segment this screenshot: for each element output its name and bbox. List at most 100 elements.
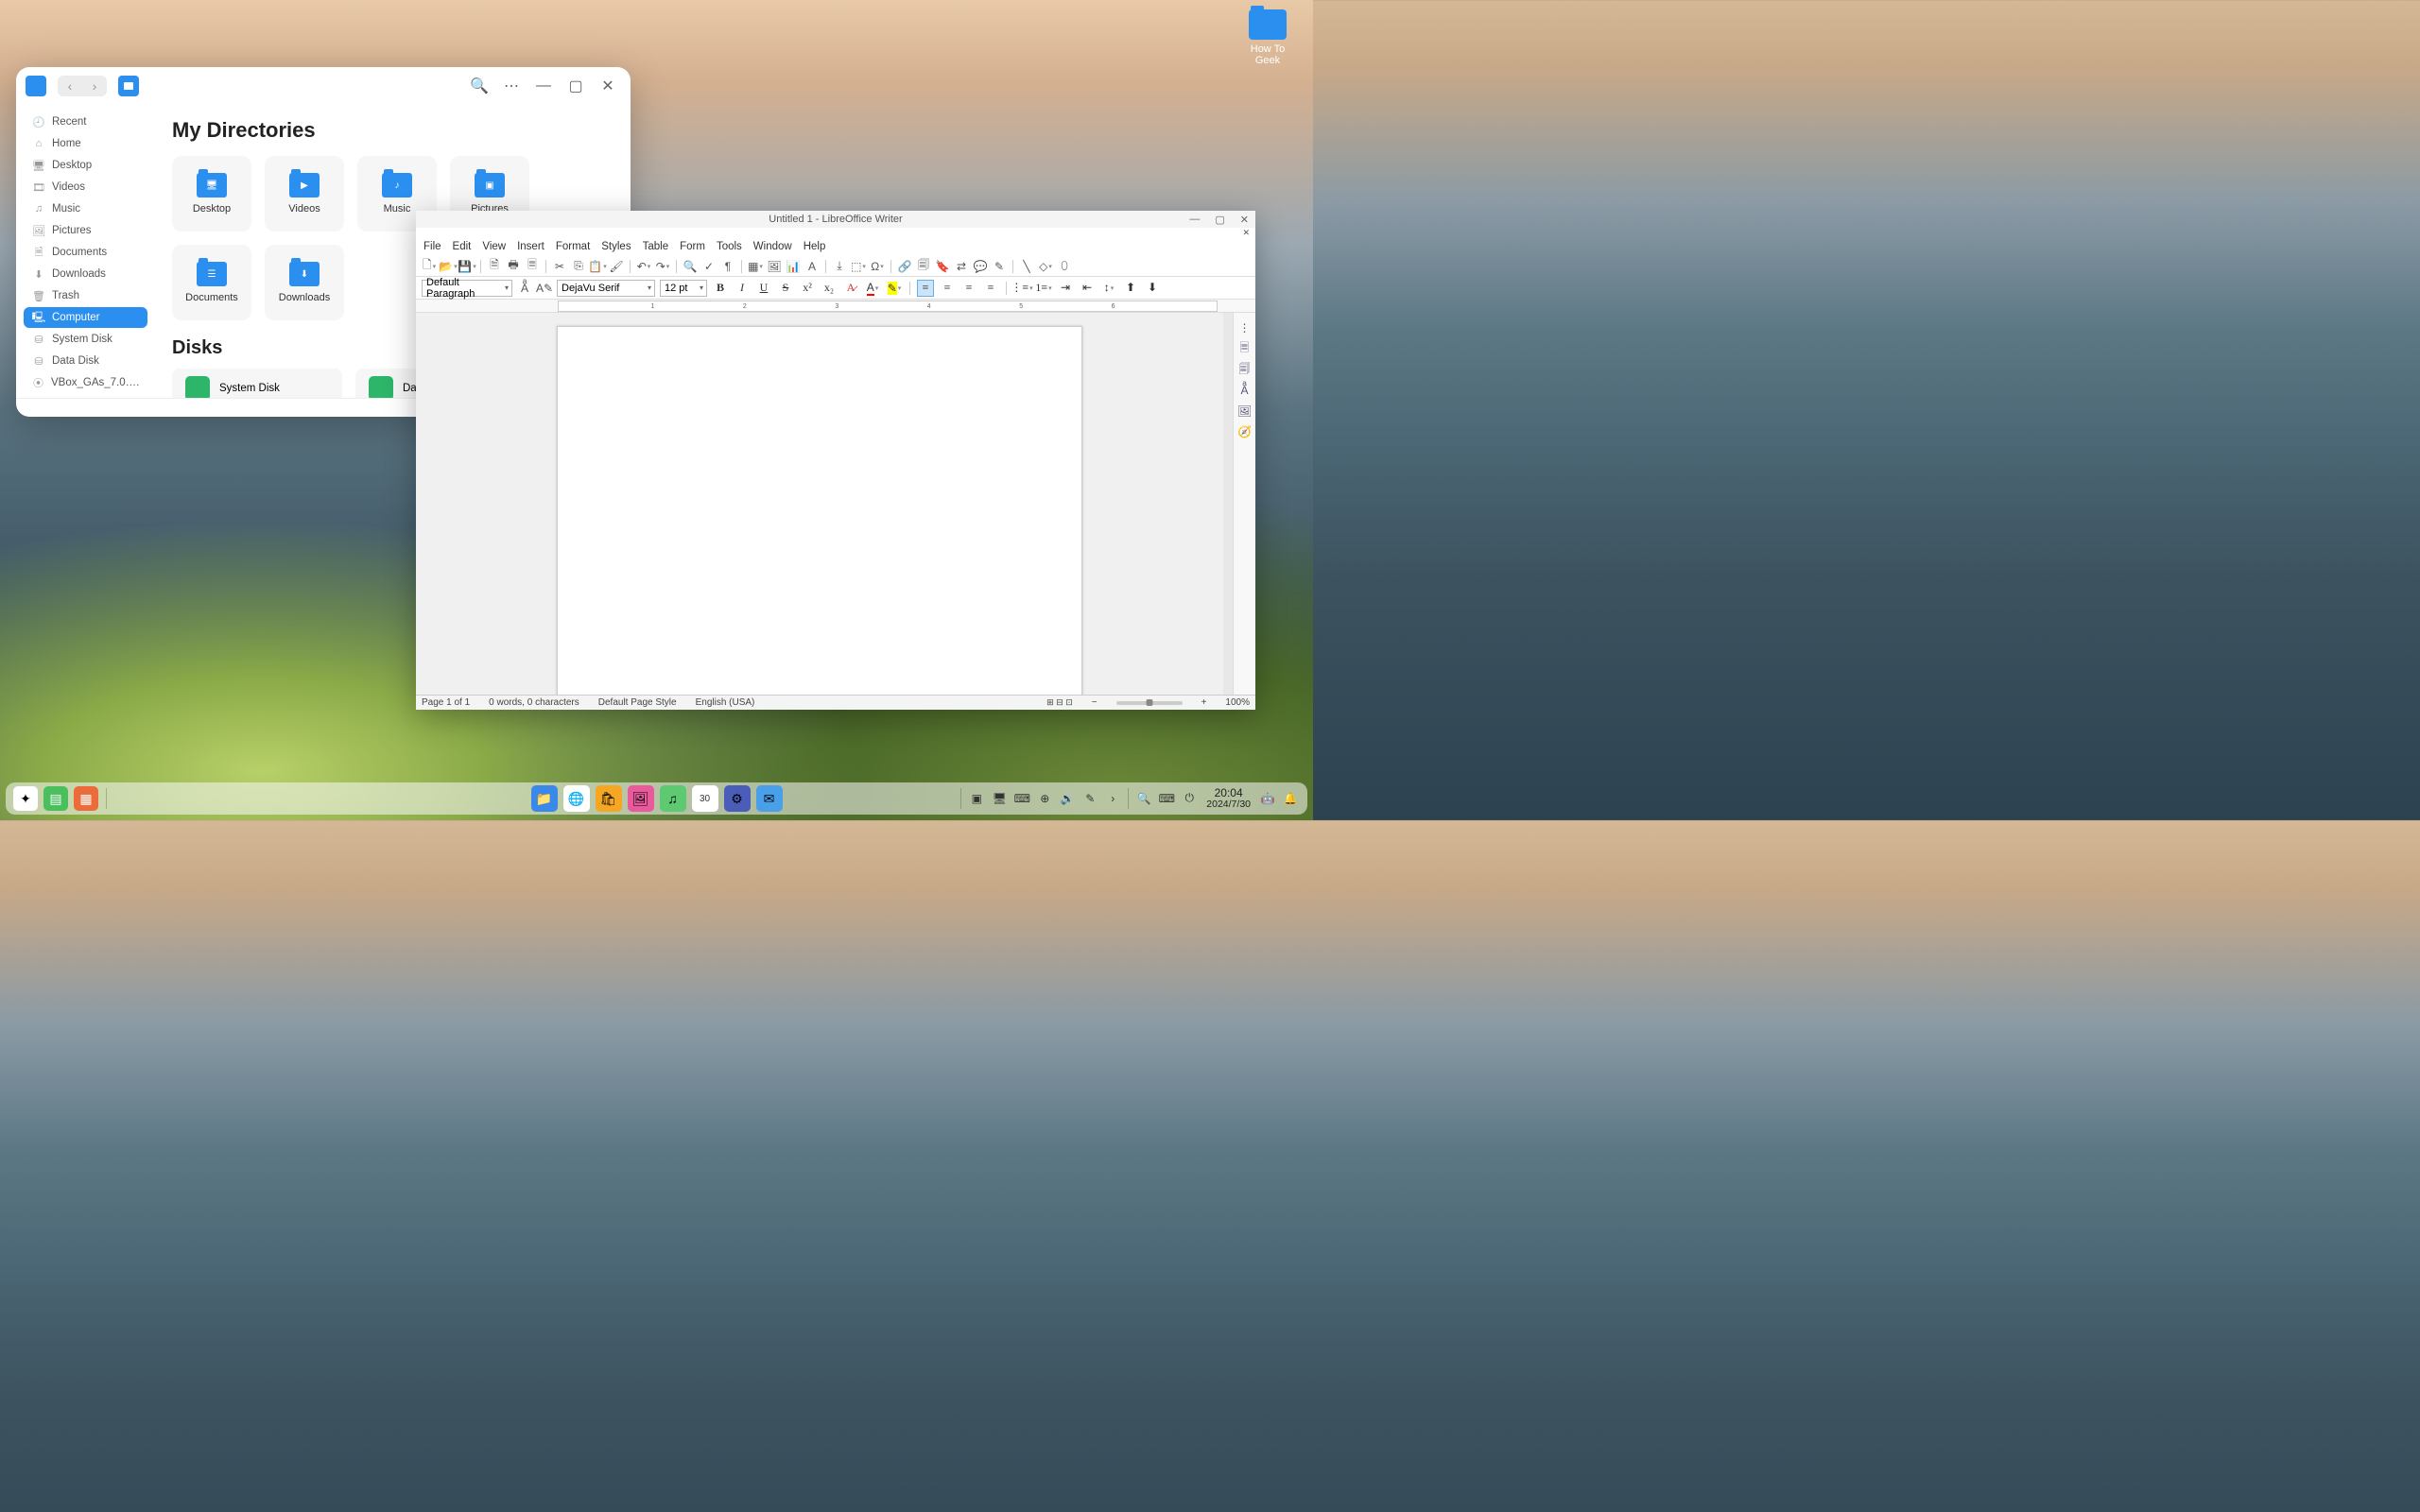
find-icon[interactable]: 🔍 — [683, 259, 698, 274]
document-page[interactable] — [557, 326, 1082, 695]
line-icon[interactable]: ╲ — [1019, 259, 1034, 274]
mail-dock-icon[interactable]: ✉ — [756, 785, 783, 812]
export-pdf-icon[interactable]: 🗎 — [487, 259, 502, 274]
draw-icon[interactable]: ⬯ — [1057, 259, 1072, 274]
indent-decrease-icon[interactable]: ⇤ — [1079, 280, 1096, 297]
menu-insert[interactable]: Insert — [517, 241, 544, 252]
clock[interactable]: 20:04 2024/7/30 — [1206, 787, 1251, 811]
sidebar-item-music[interactable]: ♫Music — [24, 198, 147, 219]
font-color-icon[interactable]: A — [864, 280, 881, 297]
vertical-scrollbar[interactable] — [1223, 313, 1233, 695]
page-break-icon[interactable]: ⤓ — [832, 259, 847, 274]
maximize-button[interactable]: ▢ — [562, 73, 589, 99]
page-panel-icon[interactable]: 🗐 — [1237, 362, 1253, 377]
sidebar-item-desktop[interactable]: 🖥Desktop — [24, 155, 147, 176]
view-toggle[interactable] — [118, 76, 139, 96]
sidebar-item-home[interactable]: ⌂Home — [24, 133, 147, 154]
sidebar-item-trash[interactable]: 🗑Trash — [24, 285, 147, 306]
sidebar-item-computer[interactable]: 🖳Computer — [24, 307, 147, 328]
sidebar-item-videos[interactable]: 🎞Videos — [24, 177, 147, 198]
writer-titlebar[interactable]: Untitled 1 - LibreOffice Writer — ▢ ✕ — [416, 211, 1255, 228]
align-right-button[interactable]: ≡ — [960, 280, 977, 297]
align-center-button[interactable]: ≡ — [939, 280, 956, 297]
multitask-view[interactable]: ▤ — [43, 786, 68, 811]
open-icon[interactable]: 📂 — [441, 259, 456, 274]
tray-app-icon[interactable]: ▣ — [967, 789, 986, 808]
para-space-increase-icon[interactable]: ⬆ — [1122, 280, 1139, 297]
strike-button[interactable]: S — [777, 280, 794, 297]
new-style-icon[interactable]: A✎ — [537, 281, 552, 296]
menu-window[interactable]: Window — [753, 241, 792, 252]
minimize-button[interactable]: — — [1186, 214, 1202, 226]
sidebar-item-recent[interactable]: 🕘Recent — [24, 112, 147, 132]
footnote-icon[interactable]: 🗐 — [916, 259, 931, 274]
expand-tray-icon[interactable]: › — [1103, 789, 1122, 808]
line-spacing-icon[interactable]: ↕ — [1100, 280, 1117, 297]
styles-panel-icon[interactable]: Aͣ — [1237, 383, 1253, 398]
sidebar-item-downloads[interactable]: ⬇Downloads — [24, 264, 147, 284]
update-style-icon[interactable]: Aͣ — [517, 281, 532, 296]
cross-ref-icon[interactable]: ⇄ — [954, 259, 969, 274]
redo-icon[interactable]: ↷ — [655, 259, 670, 274]
minimize-button[interactable]: — — [530, 73, 557, 99]
menu-file[interactable]: File — [424, 241, 441, 252]
search-tray-icon[interactable]: 🔍 — [1134, 789, 1153, 808]
align-justify-button[interactable]: ≡ — [982, 280, 999, 297]
italic-button[interactable]: I — [734, 280, 751, 297]
track-changes-icon[interactable]: ✎ — [992, 259, 1007, 274]
textbox-icon[interactable]: A — [804, 259, 820, 274]
shapes-icon[interactable]: ◇ — [1038, 259, 1053, 274]
formatting-marks-icon[interactable]: ¶ — [720, 259, 735, 274]
underline-button[interactable]: U — [755, 280, 772, 297]
browser-dock-icon[interactable]: 🌐 — [563, 785, 590, 812]
settings-dock-icon[interactable]: ⚙ — [724, 785, 751, 812]
menu-edit[interactable]: Edit — [453, 241, 472, 252]
document-close-icon[interactable]: ✕ — [1242, 228, 1250, 238]
app-launcher[interactable]: ✦ — [13, 786, 38, 811]
symbol-icon[interactable]: Ω — [870, 259, 885, 274]
tray-display-icon[interactable]: 🖥 — [990, 789, 1009, 808]
calendar-dock-icon[interactable]: 30 — [692, 785, 718, 812]
menu-styles[interactable]: Styles — [601, 241, 631, 252]
desktop-folder-howtogeek[interactable]: How To Geek — [1239, 9, 1296, 66]
sidebar-menu-icon[interactable]: ⋮ — [1237, 320, 1253, 335]
sidebar-item-data-disk[interactable]: ⛁Data Disk — [24, 351, 147, 371]
folder-documents[interactable]: ☰Documents — [172, 245, 251, 320]
maximize-button[interactable]: ▢ — [1212, 214, 1227, 226]
usb-icon[interactable]: ⊕ — [1035, 789, 1054, 808]
new-doc-icon[interactable]: 🗋 — [422, 259, 437, 274]
sidebar-item-documents[interactable]: 🗎Documents — [24, 242, 147, 263]
menu-table[interactable]: Table — [643, 241, 669, 252]
zoom-in-icon[interactable]: + — [1201, 697, 1207, 708]
close-button[interactable]: ✕ — [1237, 214, 1252, 226]
file-manager-dock-icon[interactable]: 📁 — [531, 785, 558, 812]
folder-downloads[interactable]: ⬇Downloads — [265, 245, 344, 320]
number-list-icon[interactable]: 1≡ — [1035, 280, 1052, 297]
album-dock-icon[interactable]: 🖼 — [628, 785, 654, 812]
field-icon[interactable]: ⬚ — [851, 259, 866, 274]
superscript-button[interactable]: x² — [799, 280, 816, 297]
forward-button[interactable]: › — [82, 76, 107, 96]
notifications-icon[interactable]: 🔔 — [1281, 789, 1300, 808]
sidebar-item-system-disk[interactable]: ⛁System Disk — [24, 329, 147, 350]
para-space-decrease-icon[interactable]: ⬇ — [1144, 280, 1161, 297]
sidebar-item-pictures[interactable]: 🖼Pictures — [24, 220, 147, 241]
table-icon[interactable]: ▦ — [748, 259, 763, 274]
undo-icon[interactable]: ↶ — [636, 259, 651, 274]
folder-desktop[interactable]: 🖥Desktop — [172, 156, 251, 232]
more-menu-icon[interactable]: ⋯ — [498, 73, 525, 99]
print-preview-icon[interactable]: 🗏 — [525, 259, 540, 274]
navigator-panel-icon[interactable]: 🧭 — [1237, 424, 1253, 439]
power-icon[interactable]: ⏻ — [1180, 789, 1199, 808]
bookmark-icon[interactable]: 🔖 — [935, 259, 950, 274]
screenshot-icon[interactable]: ✎ — [1080, 789, 1099, 808]
cut-icon[interactable]: ✂ — [552, 259, 567, 274]
search-icon[interactable]: 🔍 — [466, 73, 493, 99]
font-name-combo[interactable]: DejaVu Serif — [557, 280, 655, 297]
spellcheck-icon[interactable]: ✓ — [701, 259, 717, 274]
status-wordcount[interactable]: 0 words, 0 characters — [489, 697, 579, 708]
zoom-out-icon[interactable]: − — [1092, 697, 1098, 708]
zoom-slider[interactable] — [1116, 701, 1183, 705]
image-icon[interactable]: 🖼 — [767, 259, 782, 274]
menu-form[interactable]: Form — [680, 241, 705, 252]
